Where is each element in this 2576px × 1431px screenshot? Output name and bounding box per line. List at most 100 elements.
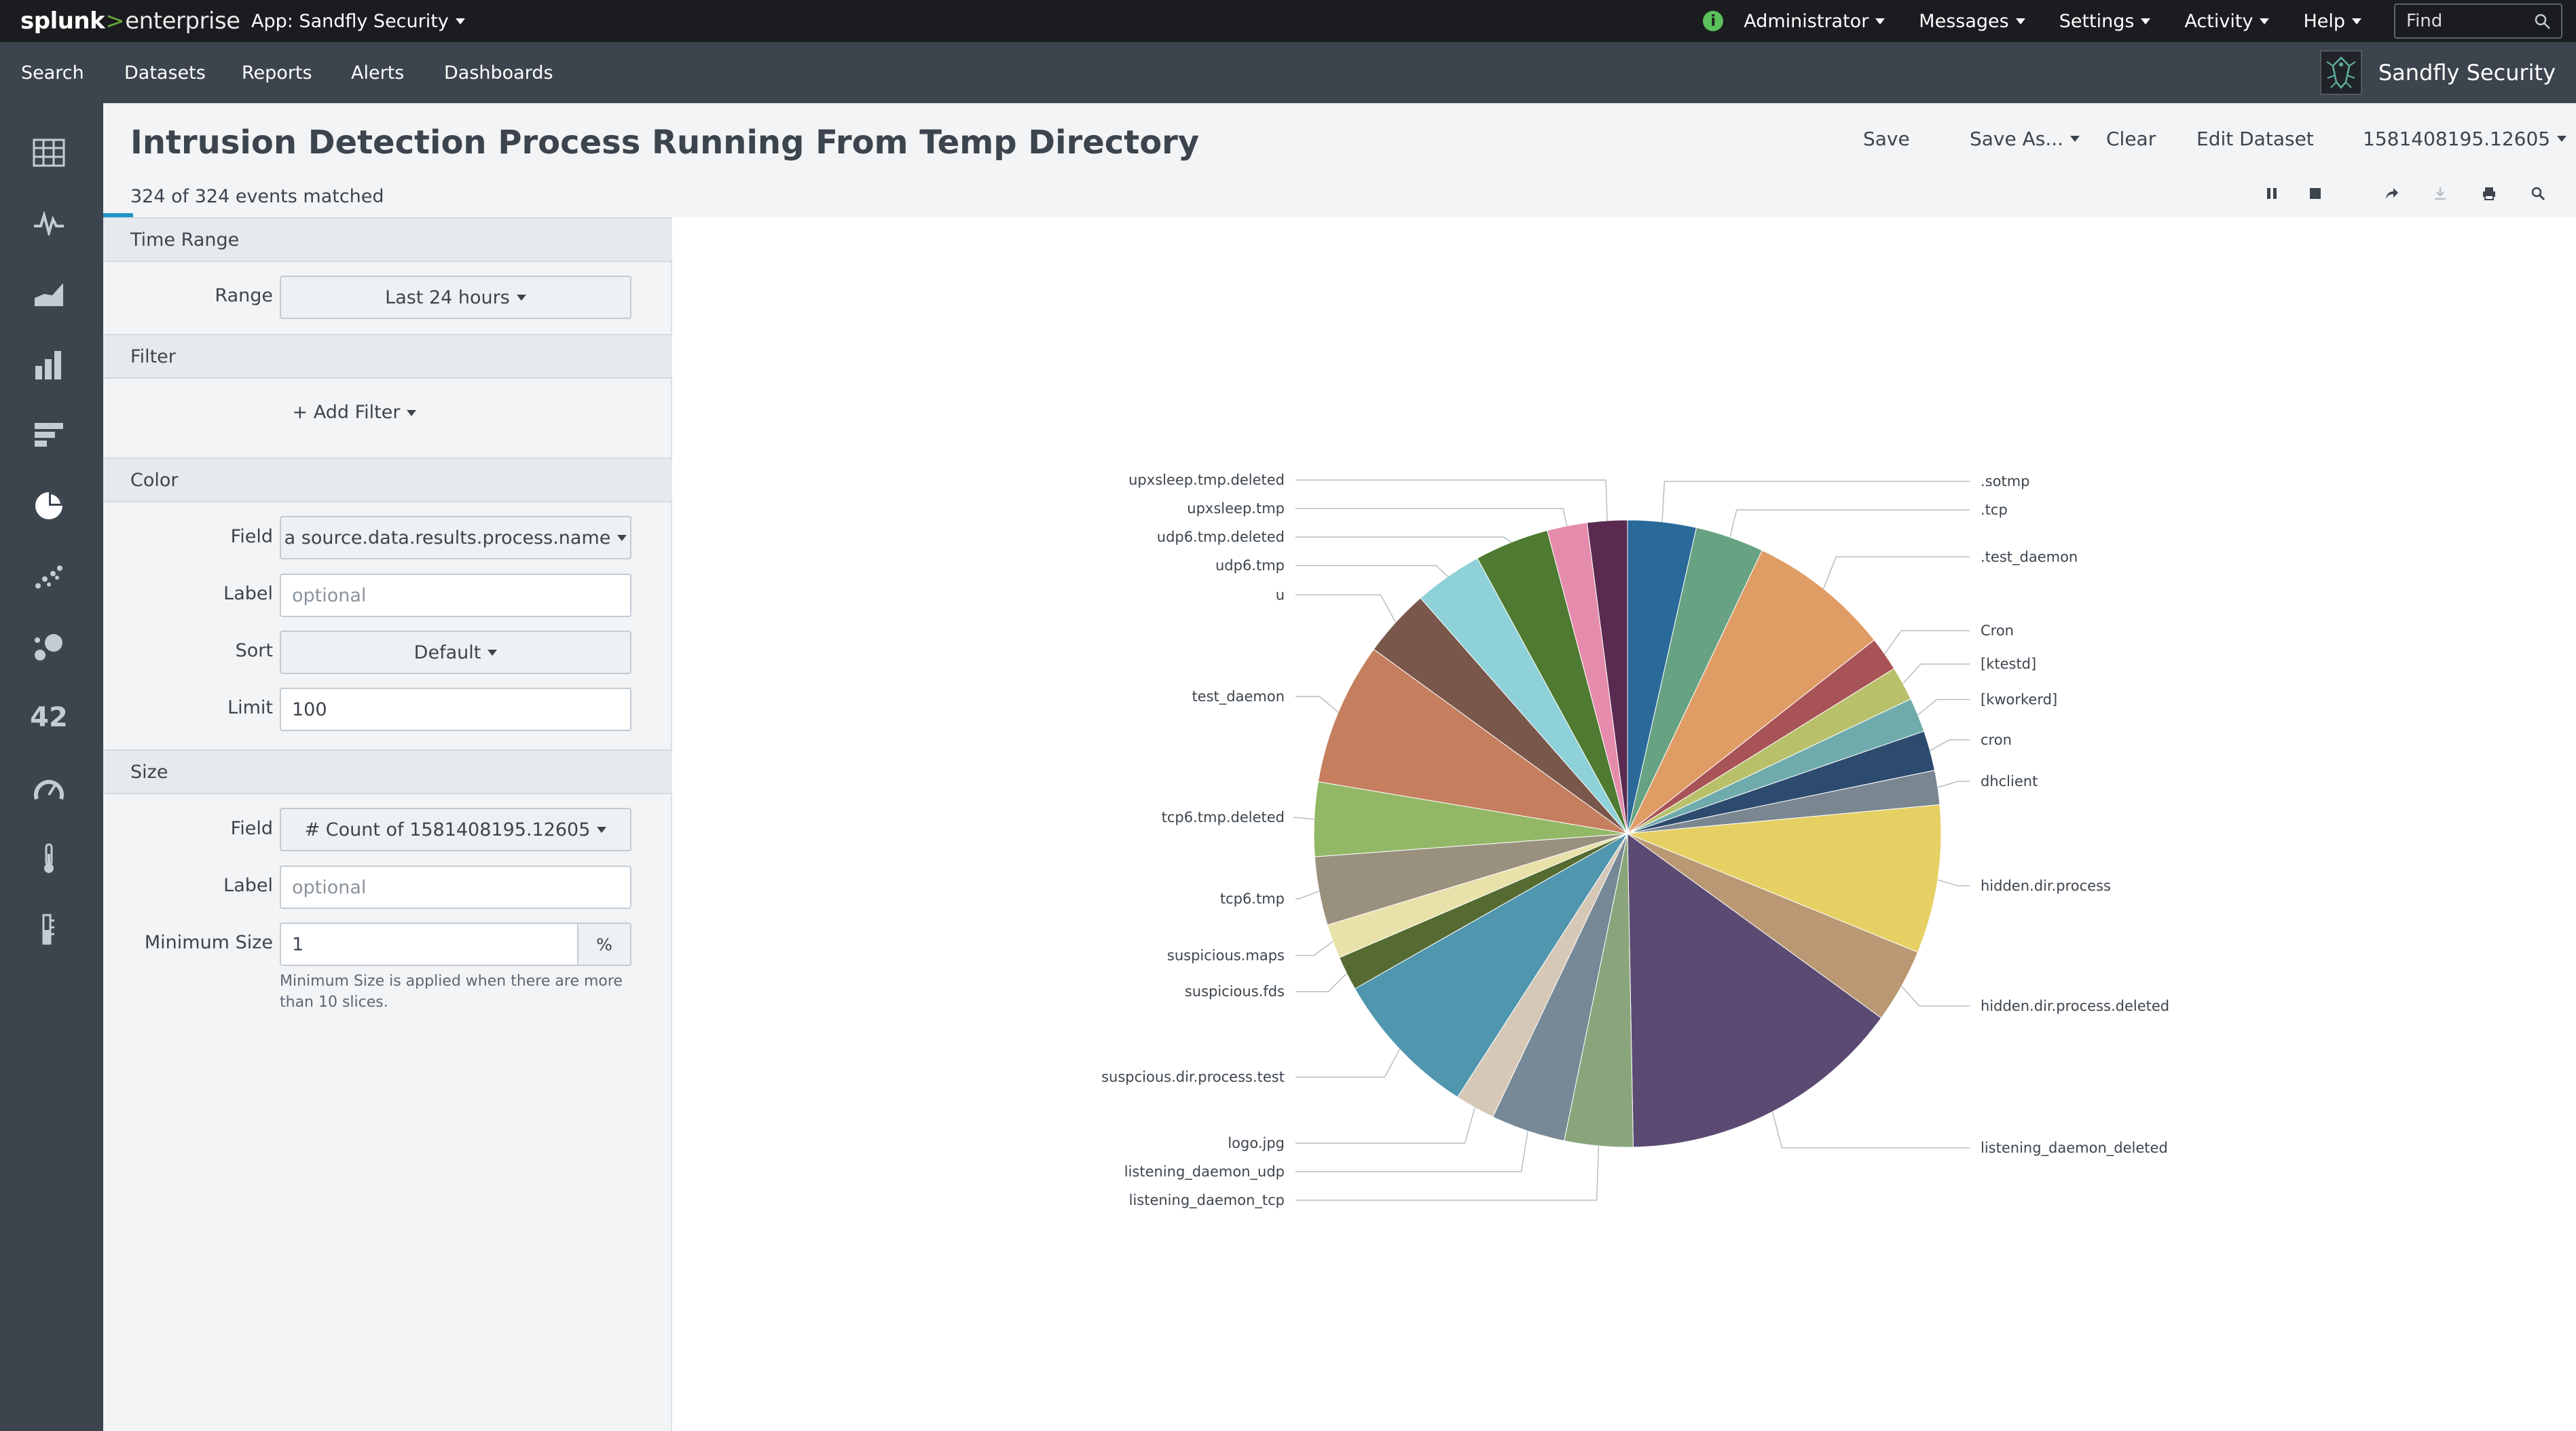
save-button[interactable]: Save — [1863, 128, 1910, 150]
edit-dataset-button[interactable]: Edit Dataset — [2196, 128, 2314, 150]
min-size-input[interactable]: 1 — [280, 923, 578, 966]
pie-label: .sotmp — [1981, 473, 2030, 489]
find-box — [2394, 3, 2562, 39]
pie-leader-line — [1295, 594, 1397, 623]
pie-label: upxsleep.tmp — [1187, 500, 1285, 517]
pie-leader-line — [1295, 696, 1339, 713]
sort-dropdown[interactable]: Default — [280, 631, 631, 674]
pie-label: listening_daemon_deleted — [1981, 1140, 2168, 1157]
range-label: Range — [215, 285, 273, 306]
pie-leader-line — [1901, 986, 1970, 1007]
inspect-search-icon[interactable] — [2526, 181, 2550, 206]
marker-gauge-icon[interactable] — [29, 909, 69, 950]
chevron-down-icon — [407, 410, 417, 416]
info-icon[interactable]: i — [1703, 11, 1724, 31]
table-icon[interactable] — [29, 132, 69, 173]
chevron-down-icon — [597, 826, 607, 833]
app-name: Sandfly Security — [2378, 60, 2556, 86]
chevron-down-icon — [2352, 18, 2361, 24]
app-menu[interactable]: App: Sandfly Security — [251, 5, 465, 37]
logo-enterprise-text: enterprise — [125, 7, 240, 35]
messages-menu-label: Messages — [1919, 10, 2009, 32]
time-range-heading: Time Range — [103, 217, 672, 262]
pie-label: listening_daemon_udp — [1124, 1164, 1285, 1181]
pie-leader-line — [1937, 781, 1970, 788]
scatter-chart-icon[interactable] — [29, 556, 69, 597]
color-field-value: a source.data.results.process.name — [284, 527, 611, 549]
size-label-input[interactable]: optional — [280, 866, 631, 909]
color-heading: Color — [103, 458, 672, 502]
help-menu-label: Help — [2303, 10, 2345, 32]
save-as-button[interactable]: Save As... — [1970, 128, 2080, 150]
column-chart-icon[interactable] — [29, 344, 69, 385]
print-icon[interactable] — [2477, 181, 2501, 206]
pause-icon[interactable] — [2260, 181, 2284, 206]
settings-menu-label: Settings — [2059, 10, 2135, 32]
bubble-chart-icon[interactable] — [29, 627, 69, 667]
app-brand[interactable]: Sandfly Security — [2319, 50, 2556, 95]
chevron-down-icon — [516, 294, 526, 301]
pie-label: .tcp — [1981, 502, 2008, 518]
search-icon[interactable] — [2534, 13, 2552, 33]
pie-label: hidden.dir.process — [1981, 878, 2111, 894]
messages-menu[interactable]: Messages — [1919, 11, 2025, 32]
pie-label: .test_daemon — [1981, 549, 2078, 565]
chevron-down-icon — [2070, 136, 2080, 142]
stop-icon[interactable] — [2303, 181, 2327, 206]
filler-gauge-icon[interactable] — [29, 838, 69, 879]
color-label-input[interactable]: optional — [280, 574, 631, 617]
chevron-down-icon — [487, 649, 498, 656]
app-menu-label: App: Sandfly Security — [251, 10, 449, 32]
help-menu[interactable]: Help — [2303, 11, 2361, 32]
pie-label: udp6.tmp — [1215, 557, 1285, 574]
size-label-label: Label — [223, 875, 273, 896]
pie-label: dhclient — [1981, 773, 2038, 789]
export-icon[interactable] — [2428, 181, 2452, 206]
settings-menu[interactable]: Settings — [2059, 11, 2151, 32]
pie-label: suspicious.maps — [1167, 948, 1285, 964]
nav-datasets[interactable]: Datasets — [124, 42, 206, 103]
chevron-down-icon — [2557, 136, 2567, 142]
single-value-icon[interactable]: 42 — [29, 697, 69, 738]
nav-alerts[interactable]: Alerts — [351, 42, 404, 103]
limit-label: Limit — [227, 697, 273, 718]
activity-menu-label: Activity — [2184, 10, 2253, 32]
radial-gauge-icon[interactable] — [29, 768, 69, 809]
job-id-label: 1581408195.12605 — [2363, 128, 2551, 150]
filter-heading: Filter — [103, 334, 672, 379]
events-matched: 324 of 324 events matched — [130, 186, 384, 207]
size-field-dropdown[interactable]: # Count of 1581408195.12605 — [280, 808, 631, 851]
job-menu[interactable]: 1581408195.12605 — [2363, 128, 2567, 150]
pie-chart-icon[interactable] — [29, 485, 69, 526]
nav-dashboards[interactable]: Dashboards — [444, 42, 553, 103]
splunk-logo[interactable]: splunk > enterprise — [20, 5, 240, 37]
bar-chart-icon[interactable] — [29, 415, 69, 456]
pie-label: Cron — [1981, 622, 2014, 639]
nav-reports[interactable]: Reports — [242, 42, 312, 103]
pie-leader-line — [1295, 941, 1333, 956]
clear-button[interactable]: Clear — [2106, 128, 2156, 150]
color-field-dropdown[interactable]: a source.data.results.process.name — [280, 516, 631, 559]
percent-addon: % — [578, 923, 631, 966]
pie-leader-line — [1295, 1107, 1475, 1144]
pie-leader-line — [1884, 630, 1970, 654]
pie-leader-line — [1295, 973, 1347, 992]
nav-search[interactable]: Search — [21, 42, 84, 103]
find-input[interactable] — [2406, 11, 2528, 31]
share-icon[interactable] — [2379, 181, 2404, 206]
top-right-menus: i Administrator Messages Settings Activi… — [1703, 3, 2562, 39]
user-menu[interactable]: Administrator — [1744, 11, 1885, 32]
pivot-config-panel: Time Range Range Last 24 hours Filter + … — [103, 217, 672, 1431]
logo-chevron: > — [105, 7, 125, 35]
area-chart-icon[interactable] — [29, 274, 69, 314]
line-chart-icon[interactable] — [29, 203, 69, 244]
app-nav-bar: Search Datasets Reports Alerts Dashboard… — [0, 42, 2576, 103]
pie-chart: .sotmp .tcp .test_daemon Cron [ktestd] [kwork… — [1101, 472, 2169, 1209]
min-size-help-line1: Minimum Size is applied when there are m… — [280, 973, 623, 990]
add-filter-button[interactable]: + Add Filter — [103, 402, 606, 423]
range-dropdown[interactable]: Last 24 hours — [280, 276, 631, 319]
size-heading: Size — [103, 749, 672, 794]
pie-leader-line — [1937, 879, 1970, 887]
activity-menu[interactable]: Activity — [2184, 10, 2270, 32]
limit-input[interactable]: 100 — [280, 688, 631, 731]
